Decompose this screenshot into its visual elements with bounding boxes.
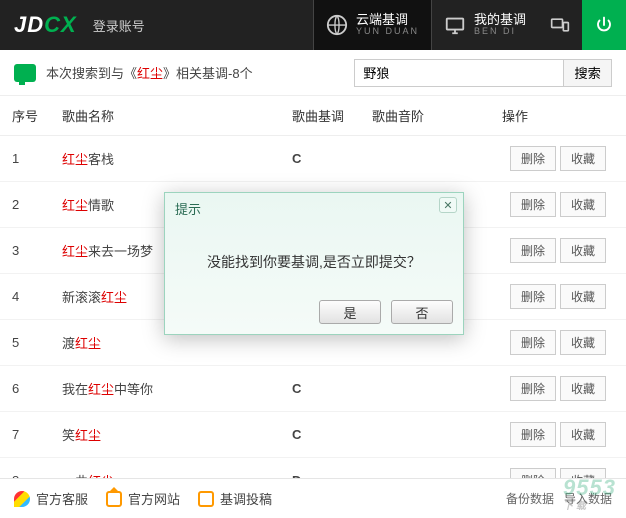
dialog-mask: 提示 ✕ 没能找到你要基调,是否立即提交？ 是 否 (0, 0, 626, 518)
dialog-no-button[interactable]: 否 (391, 300, 453, 324)
confirm-dialog: 提示 ✕ 没能找到你要基调,是否立即提交？ 是 否 (164, 192, 464, 335)
dialog-close-button[interactable]: ✕ (439, 197, 457, 213)
dialog-title: 提示 (175, 202, 201, 217)
dialog-title-bar: 提示 ✕ (165, 193, 463, 224)
dialog-buttons: 是 否 (165, 292, 463, 334)
dialog-body: 没能找到你要基调,是否立即提交？ (165, 224, 463, 292)
dialog-yes-button[interactable]: 是 (319, 300, 381, 324)
